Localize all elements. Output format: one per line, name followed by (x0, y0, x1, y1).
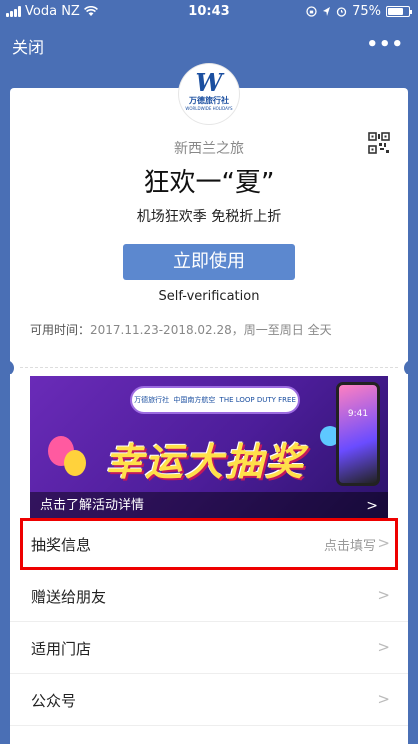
banner-headline: 幸运大抽奖 (104, 440, 305, 484)
battery-level (388, 8, 403, 15)
status-bar: Voda NZ 10:43 75% (0, 0, 418, 24)
more-options-button[interactable]: ••• (366, 34, 404, 55)
chevron-right-icon: > (377, 586, 390, 604)
option-list: 抽奖信息 点击填写 > 赠送给朋友 > 适用门店 > 公众号 > (10, 518, 408, 726)
use-now-button[interactable]: 立即使用 (123, 244, 295, 280)
phone-time: 9:41 (347, 409, 369, 419)
location-icon (323, 7, 331, 16)
qr-code-icon[interactable] (368, 132, 390, 154)
valid-period: 可用时间：2017.11.23-2018.02.28，周一至周日 全天 (30, 321, 332, 338)
valid-period-label: 可用时间： (30, 323, 91, 337)
dashed-line (20, 367, 398, 368)
row-label: 赠送给朋友 (31, 588, 107, 606)
logo-english-name: WORLDWIDE HOLIDAYS (185, 106, 233, 111)
card-subtitle: 新西兰之旅 (174, 141, 244, 157)
banner-caption-text: 点击了解活动详情 (40, 498, 145, 513)
row-label: 公众号 (31, 692, 77, 710)
valid-period-value: 2017.11.23-2018.02.28，周一至周日 全天 (90, 323, 332, 337)
chevron-right-icon: > (377, 690, 390, 708)
partner-logos: 万德旅行社 中国南方航空 THE LOOP DUTY FREE (130, 386, 300, 414)
official-account-row[interactable]: 公众号 > (10, 674, 408, 726)
card-title: 狂欢一“夏” (143, 168, 275, 198)
partner-logo-3: THE LOOP DUTY FREE (219, 396, 296, 404)
orientation-lock-icon (306, 6, 317, 17)
status-right: 75% (306, 4, 412, 19)
phone-graphic: 9:41 (336, 382, 380, 486)
close-button[interactable]: 关闭 (12, 34, 44, 58)
gift-to-friend-row[interactable]: 赠送给朋友 > (10, 570, 408, 622)
coupon-card: 新西兰之旅 狂欢一“夏” 机场狂欢季 免税折上折 立即使用 Self-verif… (10, 88, 408, 360)
row-label: 适用门店 (31, 640, 92, 658)
battery-icon (386, 6, 412, 17)
row-label: 抽奖信息 (31, 536, 92, 554)
battery-percent: 75% (352, 4, 381, 19)
chevron-right-icon: > (366, 498, 378, 514)
card-description: 机场狂欢季 免税折上折 (136, 209, 282, 225)
partner-logo-2: 中国南方航空 (173, 396, 216, 404)
lottery-info-row[interactable]: 抽奖信息 点击填写 > (20, 518, 398, 570)
logo-chinese-name: 万德旅行社 (189, 96, 229, 105)
alarm-icon (336, 7, 347, 17)
partner-logo-1: 万德旅行社 (134, 396, 170, 404)
banner-caption[interactable]: 点击了解活动详情 > (30, 492, 388, 520)
promo-banner[interactable]: 万德旅行社 中国南方航空 THE LOOP DUTY FREE 幸运大抽奖 9:… (30, 376, 388, 520)
logo-mark: W (195, 68, 223, 97)
brand-logo: W 万德旅行社 WORLDWIDE HOLIDAYS (179, 64, 239, 124)
balloon-graphic (64, 450, 86, 476)
chevron-right-icon: > (377, 638, 390, 656)
self-verification-link[interactable]: Self-verification (10, 289, 408, 304)
chevron-right-icon: > (377, 534, 390, 552)
applicable-stores-row[interactable]: 适用门店 > (10, 622, 408, 674)
coupon-details: 万德旅行社 中国南方航空 THE LOOP DUTY FREE 幸运大抽奖 9:… (10, 374, 408, 744)
row-hint: 点击填写 (323, 539, 376, 554)
nav-bar: 关闭 ••• (0, 24, 418, 64)
